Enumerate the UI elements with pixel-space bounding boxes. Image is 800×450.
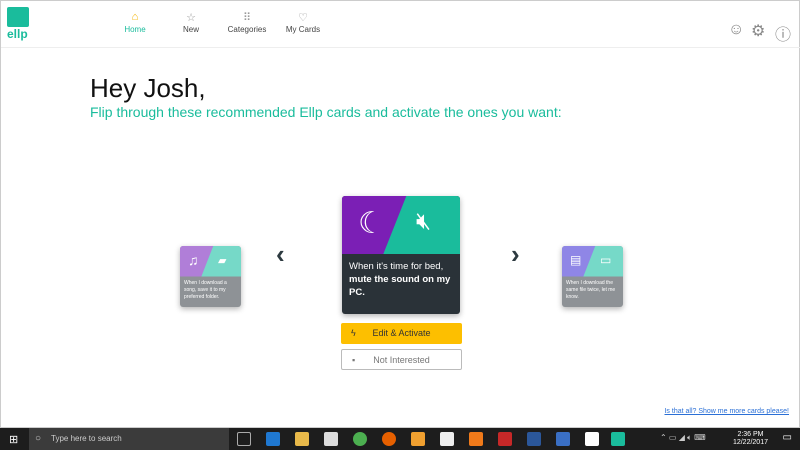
not-interested-button[interactable]: ▪ Not Interested xyxy=(341,349,462,370)
greeting: Hey Josh, xyxy=(90,73,206,103)
photos-icon[interactable] xyxy=(585,432,599,446)
app-icon[interactable] xyxy=(411,432,425,446)
mute-icon: 🔇︎ xyxy=(416,208,432,235)
subtitle: Flip through these recommended Ellp card… xyxy=(90,104,562,120)
task-view-icon[interactable] xyxy=(237,432,251,446)
cortana-icon: ○ xyxy=(35,433,42,444)
nav-my-cards[interactable]: ♡ My Cards xyxy=(273,11,333,34)
heart-icon: ♡ xyxy=(298,12,308,24)
windows-taskbar: ⊞ ○ Type here to search ⌃ ▭ ◢ 🔈︎ ⌨ 2:36 P… xyxy=(0,428,800,450)
card-left[interactable]: ♫ ▰ When I download a song, save it to m… xyxy=(180,246,241,307)
next-arrow[interactable]: › xyxy=(511,239,520,270)
system-tray-icons[interactable]: ⌃ ▭ ◢ 🔈︎ ⌨ xyxy=(660,433,706,443)
nav-home[interactable]: ⌂ Home xyxy=(105,11,165,34)
info-icon[interactable]: ⓘ xyxy=(775,21,791,45)
firefox-icon[interactable] xyxy=(382,432,396,446)
star-icon: ☆ xyxy=(186,12,196,24)
smiley-icon[interactable]: ☺ xyxy=(728,21,744,39)
documents-icon: ▤ xyxy=(570,253,582,267)
chrome-icon[interactable] xyxy=(353,432,367,446)
lightning-icon: ϟ xyxy=(351,328,356,338)
folder-icon: ▰ xyxy=(218,255,227,267)
home-icon: ⌂ xyxy=(131,11,139,23)
notifications-icon[interactable]: ▭ xyxy=(783,432,792,443)
taskbar-search-input[interactable]: ○ Type here to search xyxy=(29,428,229,450)
mail-icon[interactable] xyxy=(440,432,454,446)
vlc-icon[interactable] xyxy=(469,432,483,446)
top-navigation: ellp ⌂ Home ☆ New ⠿ Categories ♡ My Cards ☺ … xyxy=(1,1,800,48)
ellp-app-window: ellp ⌂ Home ☆ New ⠿ Categories ♡ My Cards ☺ … xyxy=(0,0,800,428)
edge-icon[interactable] xyxy=(266,432,280,446)
grid-icon: ⠿ xyxy=(242,12,252,24)
card-right[interactable]: ▤ ▭ When I download the same file twice,… xyxy=(562,246,623,307)
ellp-taskbar-icon[interactable] xyxy=(611,432,625,446)
dismiss-icon: ▪ xyxy=(352,355,356,365)
nav-categories[interactable]: ⠿ Categories xyxy=(217,11,277,34)
clock[interactable]: 2:36 PM 12/22/2017 xyxy=(733,431,768,447)
card-center[interactable]: ☾ 🔇︎ When it's time for bed, mute the so… xyxy=(342,196,460,314)
chat-icon: ▭ xyxy=(600,253,612,267)
music-icon: ♫ xyxy=(188,252,199,268)
gear-icon[interactable]: ⚙ xyxy=(751,21,765,41)
store-icon[interactable] xyxy=(324,432,338,446)
ellp-logo[interactable]: ellp xyxy=(7,7,29,43)
show-more-link[interactable]: Is that all? Show me more cards please! xyxy=(664,408,789,415)
windows-start-icon[interactable]: ⊞ xyxy=(9,433,18,446)
nav-new[interactable]: ☆ New xyxy=(161,11,221,34)
app-icon-2[interactable] xyxy=(498,432,512,446)
edit-activate-button[interactable]: ϟ Edit & Activate xyxy=(341,323,462,344)
previous-arrow[interactable]: ‹ xyxy=(276,239,285,270)
word-icon[interactable] xyxy=(527,432,541,446)
file-explorer-icon[interactable] xyxy=(295,432,309,446)
moon-icon: ☾ xyxy=(358,207,385,240)
app-icon-3[interactable] xyxy=(556,432,570,446)
